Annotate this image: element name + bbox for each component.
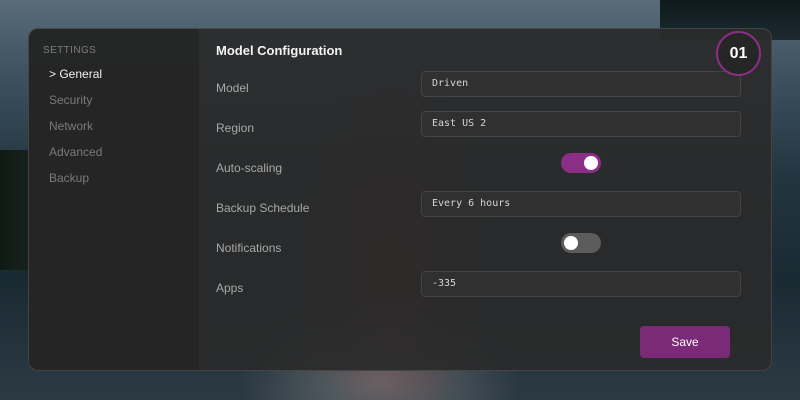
model-field[interactable]: Driven: [421, 71, 741, 97]
settings-panel: SETTINGS > General Security Network Adva…: [28, 28, 772, 371]
main-content: Model Configuration Model Driven Region …: [199, 29, 771, 370]
auto-scaling-toggle[interactable]: [561, 153, 601, 173]
region-row: Region East US 2: [216, 111, 771, 159]
toggle-knob: [564, 236, 578, 250]
save-button[interactable]: Save: [640, 326, 730, 358]
apps-label: Apps: [216, 281, 244, 295]
sidebar-item-general[interactable]: > General: [29, 64, 199, 90]
sidebar-item-network[interactable]: Network: [29, 116, 199, 142]
sidebar-item-advanced[interactable]: Advanced: [29, 142, 199, 168]
apps-row: Apps -335: [216, 271, 771, 319]
sidebar-item-security[interactable]: Security: [29, 90, 199, 116]
sidebar: SETTINGS > General Security Network Adva…: [29, 29, 199, 370]
region-field[interactable]: East US 2: [421, 111, 741, 137]
model-label: Model: [216, 81, 249, 95]
sidebar-heading: SETTINGS: [43, 45, 97, 56]
toggle-knob: [584, 156, 598, 170]
apps-field[interactable]: -335: [421, 271, 741, 297]
backup-schedule-field[interactable]: Every 6 hours: [421, 191, 741, 217]
sidebar-item-backup[interactable]: Backup: [29, 168, 199, 194]
step-badge: 01: [716, 31, 761, 76]
backup-schedule-row: Backup Schedule Every 6 hours: [216, 191, 771, 239]
backup-schedule-label: Backup Schedule: [216, 201, 310, 215]
page-title: Model Configuration: [216, 43, 343, 58]
region-label: Region: [216, 121, 255, 135]
auto-scaling-label: Auto-scaling: [216, 161, 283, 175]
notifications-toggle[interactable]: [561, 233, 601, 253]
notifications-label: Notifications: [216, 241, 282, 255]
